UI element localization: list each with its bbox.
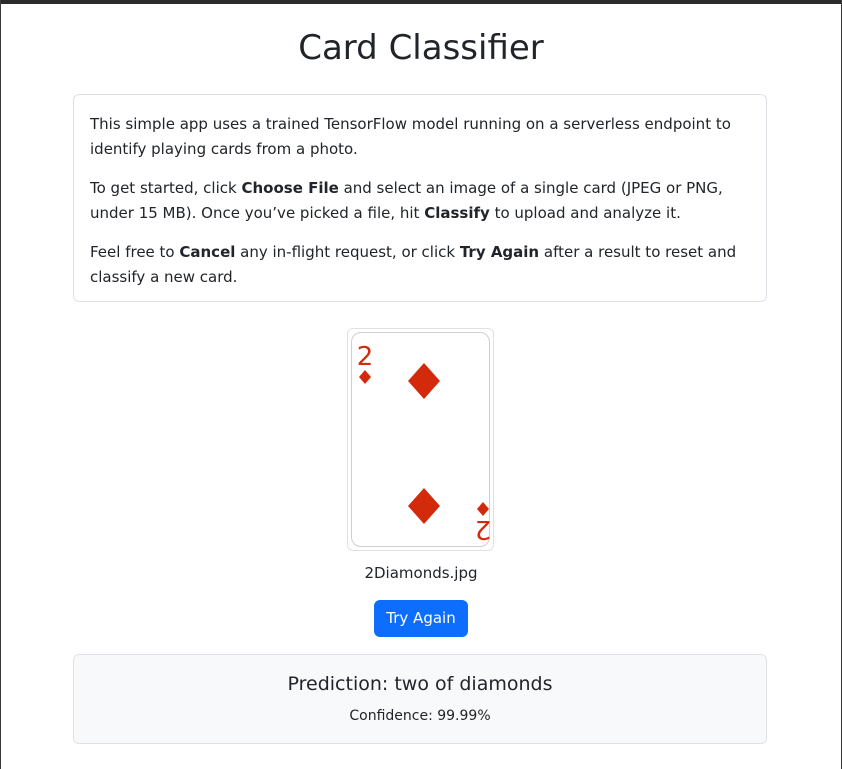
window-left-border: [0, 0, 1, 769]
prediction-result-box: Prediction: two of diamonds Confidence: …: [73, 654, 767, 744]
file-name-label: 2Diamonds.jpg: [364, 564, 478, 582]
card-rank-bottom: 2: [475, 514, 491, 544]
card-rank-top: 2: [357, 342, 374, 372]
intro-paragraph-2: To get started, click Choose File and se…: [90, 179, 723, 222]
diamond-icon: [477, 502, 489, 516]
two-of-diamonds-card: 2 2: [357, 342, 491, 544]
diamond-icon: [359, 370, 371, 384]
page-title: Card Classifier: [298, 28, 544, 68]
intro-card: This simple app uses a trained TensorFlo…: [73, 94, 767, 302]
intro-paragraph-1: This simple app uses a trained TensorFlo…: [90, 115, 731, 158]
try-again-button[interactable]: Try Again: [374, 600, 468, 637]
playing-card-image: 2 2: [351, 332, 491, 547]
confidence-label: Confidence: 99.99%: [349, 708, 491, 724]
intro-paragraph-3: Feel free to Cancel any in-flight reques…: [90, 243, 737, 286]
cancel-mention: Cancel: [179, 243, 236, 261]
try-again-mention: Try Again: [459, 243, 540, 261]
window-top-border: [0, 0, 842, 4]
diamond-icon: [408, 363, 440, 399]
diamond-icon: [408, 488, 440, 524]
card-image-thumbnail: 2 2: [347, 328, 494, 551]
choose-file-mention: Choose File: [241, 179, 339, 197]
classify-mention: Classify: [424, 203, 490, 222]
prediction-label: Prediction: two of diamonds: [287, 673, 553, 695]
